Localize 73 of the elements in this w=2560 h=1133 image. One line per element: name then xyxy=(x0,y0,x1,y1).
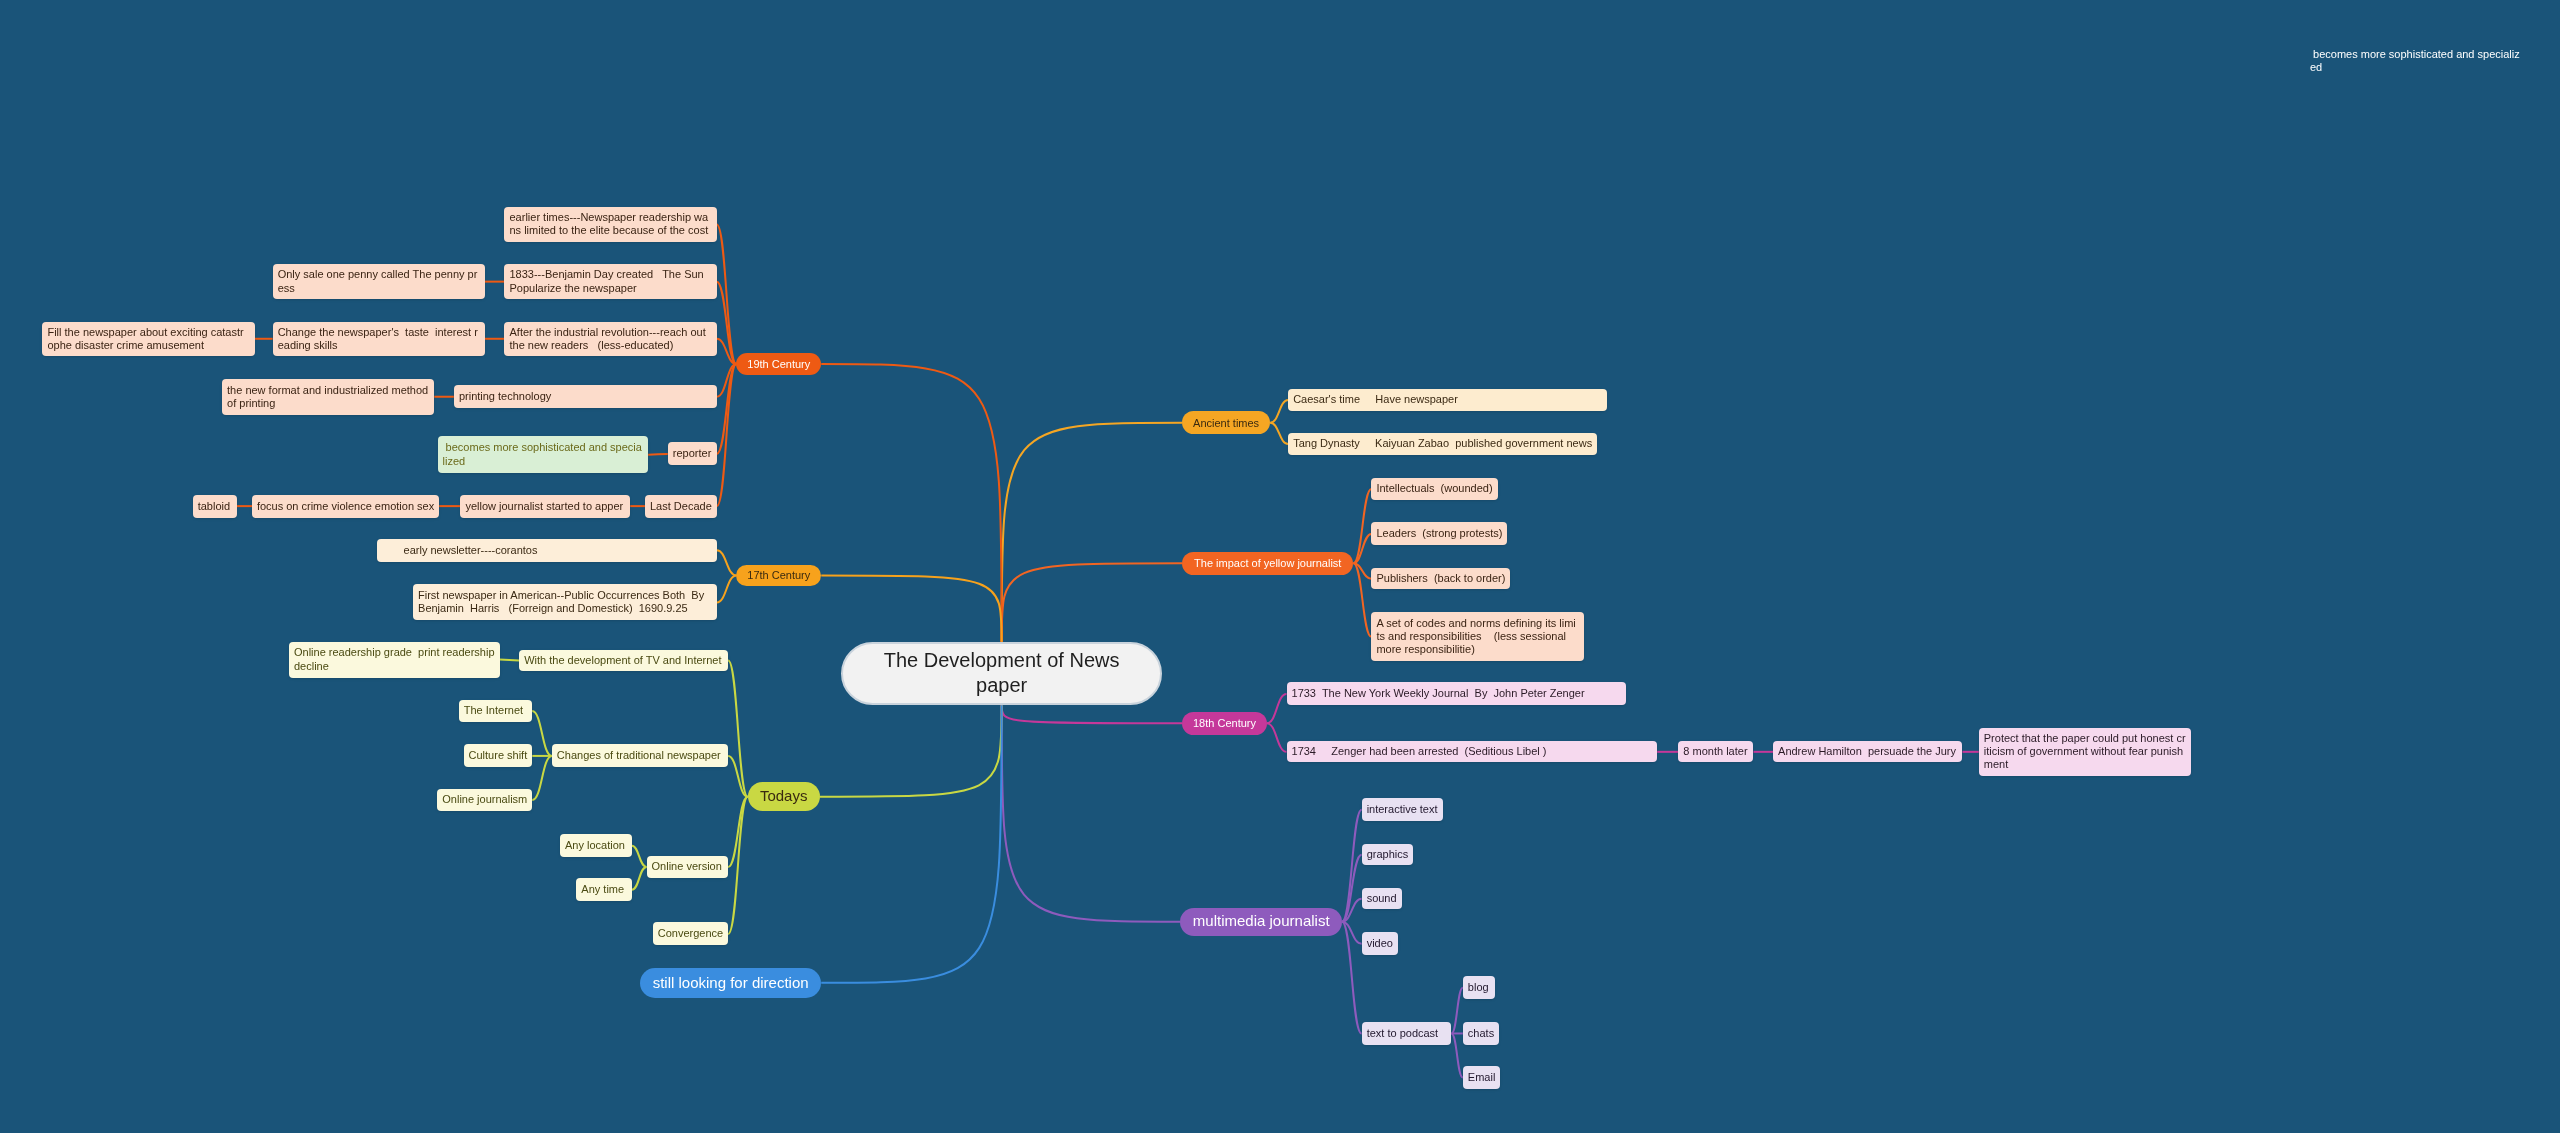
branch-topic: Todays xyxy=(747,782,820,812)
connector-line xyxy=(438,505,462,508)
subtopic: Publishers (back to order) xyxy=(1371,568,1511,590)
branch-topic: multimedia journalist xyxy=(1180,907,1343,936)
subtopic: focus on crime violence emotion sex xyxy=(251,494,440,518)
subtopic: Andrew Hamilton persuade the Jury xyxy=(1773,741,1963,763)
branch-topic: 17th Century xyxy=(736,564,822,587)
subtopic: 8 month later xyxy=(1678,741,1754,763)
connector-line xyxy=(483,337,506,340)
connector-line xyxy=(253,337,274,340)
subtopic: A set of codes and norms defining its limits and responsibilities (less sessional more responsibilitie) xyxy=(1371,612,1584,662)
branch-topic: Ancient times xyxy=(1182,411,1271,435)
subtopic: text to podcast xyxy=(1361,1022,1452,1045)
subtopic: 1734 Zenger had been arrested (Seditious Libel ) xyxy=(1286,741,1658,763)
subtopic: After the industrial revolution---reach out the new readers (less-educated) xyxy=(504,321,717,356)
subtopic: chats xyxy=(1462,1022,1500,1045)
subtopic: Protect that the paper could put honest criticism of government without fear punishment xyxy=(1978,728,2191,776)
subtopic: blog xyxy=(1462,976,1496,1000)
subtopic: Intellectuals (wounded) xyxy=(1371,478,1498,500)
subtopic: Culture shift xyxy=(463,744,533,768)
connector-line xyxy=(433,395,455,398)
subtopic: Online version xyxy=(646,855,729,879)
connector-line xyxy=(1961,750,1980,753)
connector-line xyxy=(1269,399,1290,424)
subtopic: the new format and industrialized method of printing xyxy=(222,378,435,415)
floating-text: becomes more sophisticated and specialized xyxy=(2310,48,2520,75)
subtopic: video xyxy=(1361,932,1398,956)
subtopic: Email xyxy=(1462,1066,1501,1089)
connector-line xyxy=(630,865,648,891)
connector-line xyxy=(715,549,738,577)
subtopic: Fill the newspaper about exciting catastrophe disaster crime amusement xyxy=(42,321,255,356)
connector-line xyxy=(1269,421,1290,446)
connector-line xyxy=(498,658,521,662)
subtopic: Online readership grade print readership decline xyxy=(288,641,500,678)
branch-topic: 19th Century xyxy=(736,352,822,376)
subtopic: With the development of TV and Internet xyxy=(519,649,729,671)
subtopic: graphics xyxy=(1361,844,1414,866)
subtopic: sound xyxy=(1361,888,1402,910)
subtopic: tabloid xyxy=(192,494,237,518)
subtopic: The Internet xyxy=(458,700,533,722)
subtopic: First newspaper in American--Public Occurrences Both By Benjamin Harris (Forreign and Domestick) 1690.9.25 xyxy=(413,584,717,621)
connector-line xyxy=(715,574,738,604)
subtopic: yellow journalist started to apper xyxy=(460,494,631,518)
subtopic: early newsletter----corantos xyxy=(377,538,717,562)
subtopic: printing technology xyxy=(453,385,717,409)
subtopic: 1833---Benjamin Day created The Sun Popularize the newspaper xyxy=(504,264,717,299)
branch-topic: The impact of yellow journalist xyxy=(1182,551,1354,575)
subtopic: 1733 The New York Weekly Journal By John Peter Zenger xyxy=(1286,682,1627,706)
subtopic: Any time xyxy=(576,878,632,902)
connector-line xyxy=(1656,750,1680,753)
subtopic: Any location xyxy=(560,834,632,858)
subtopic: Only sale one penny called The penny press xyxy=(272,264,485,299)
subtopic: Tang Dynasty Kaiyuan Zabao published government news xyxy=(1288,432,1598,456)
connector-line xyxy=(1265,722,1288,753)
subtopic: earlier times---Newspaper readership wans limited to the elite because of the cost xyxy=(504,207,717,242)
subtopic: Last Decade xyxy=(645,494,717,518)
subtopic: Online journalism xyxy=(437,788,533,812)
connector-line xyxy=(1752,750,1775,753)
subtopic: Caesar's time Have newspaper xyxy=(1288,388,1607,412)
central-topic: The Development of Newspaper xyxy=(840,641,1163,706)
connector-line xyxy=(1265,692,1288,725)
subtopic: becomes more sophisticated and specialized xyxy=(437,435,649,474)
connector-line xyxy=(630,844,648,868)
subtopic: reporter xyxy=(667,442,717,466)
branch-topic: still looking for direction xyxy=(640,968,822,998)
connector-line xyxy=(483,280,506,283)
subtopic: Changes of traditional newspaper xyxy=(551,744,729,768)
subtopic: interactive text xyxy=(1361,798,1444,822)
subtopic: Leaders (strong protests) xyxy=(1371,522,1508,546)
branch-topic: 18th Century xyxy=(1182,711,1267,735)
subtopic: Convergence xyxy=(652,922,729,946)
connector-line xyxy=(647,452,669,456)
subtopic: Change the newspaper's taste interest reading skills xyxy=(272,321,485,356)
